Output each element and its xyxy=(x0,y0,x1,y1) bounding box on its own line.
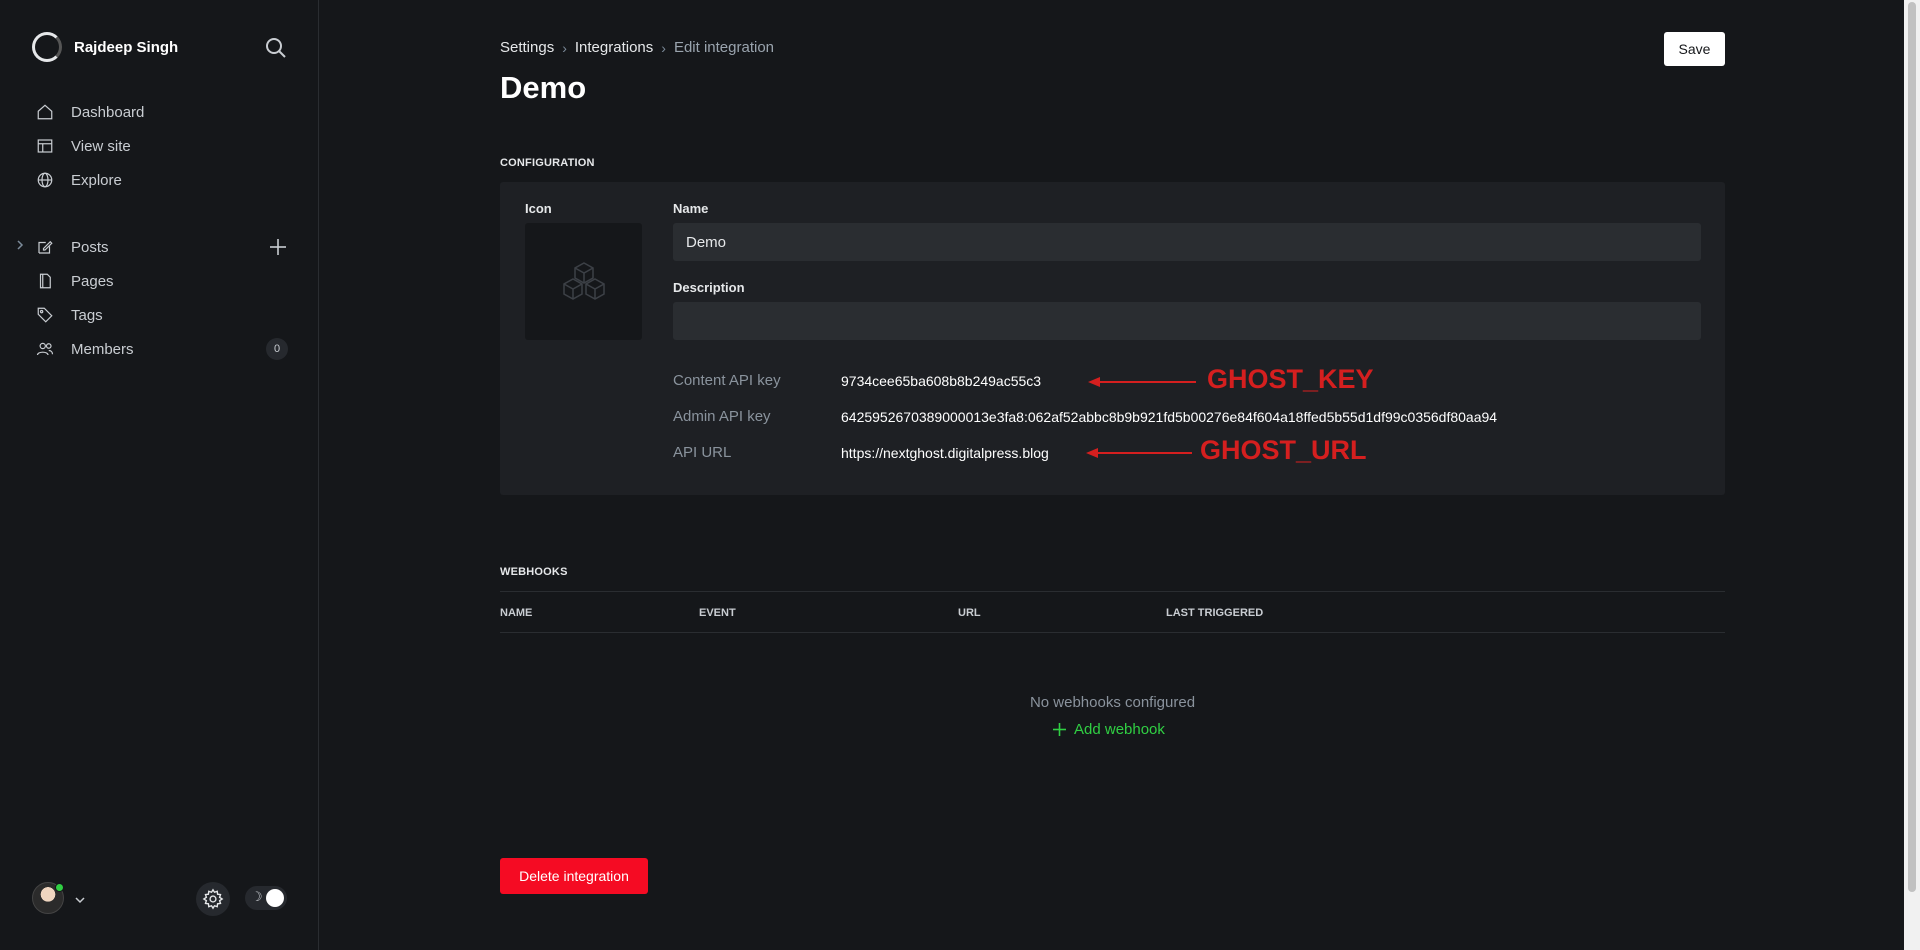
icon-label: Icon xyxy=(525,201,552,216)
webhooks-heading: WEBHOOKS xyxy=(500,566,568,578)
chevron-right-icon[interactable] xyxy=(14,239,26,251)
api-url-label: API URL xyxy=(673,444,732,461)
annotation-ghost-key: GHOST_KEY xyxy=(1207,364,1374,394)
description-input[interactable] xyxy=(673,302,1701,340)
dark-mode-toggle[interactable]: ☽ xyxy=(245,886,287,910)
add-webhook-button[interactable]: Add webhook xyxy=(1053,721,1165,738)
home-icon xyxy=(37,104,53,120)
plus-icon xyxy=(1053,723,1066,736)
breadcrumb-current: Edit integration xyxy=(673,39,775,56)
page-icon xyxy=(39,273,51,289)
chevron-down-icon[interactable] xyxy=(74,894,86,906)
delete-integration-button[interactable]: Delete integration xyxy=(500,858,648,894)
description-label: Description xyxy=(673,280,745,295)
nav-view-site[interactable]: View site xyxy=(36,129,144,163)
breadcrumb-settings[interactable]: Settings xyxy=(500,39,554,56)
nav-pages-label: Pages xyxy=(71,272,114,290)
page-title: Demo xyxy=(500,70,587,105)
column-url: URL xyxy=(958,607,981,619)
breadcrumb: Settings › Integrations › Edit integrati… xyxy=(500,39,774,56)
admin-api-key-label: Admin API key xyxy=(673,408,771,425)
breadcrumb-integrations[interactable]: Integrations xyxy=(575,39,653,56)
nav-tags-label: Tags xyxy=(71,306,103,324)
members-icon xyxy=(36,342,54,356)
scrollbar[interactable] xyxy=(1904,0,1920,950)
nav-posts[interactable]: Posts xyxy=(36,230,134,264)
webhooks-table-header: NAME EVENT URL LAST TRIGGERED xyxy=(500,591,1725,633)
annotation-arrow-icon xyxy=(1086,448,1192,458)
site-name: Rajdeep Singh xyxy=(74,38,179,56)
nav-tags[interactable]: Tags xyxy=(36,298,134,332)
chevron-right-icon: › xyxy=(562,39,567,56)
content-api-key-value[interactable]: 9734cee65ba608b8b249ac55c3 xyxy=(841,373,1041,389)
nav-view-site-label: View site xyxy=(71,137,131,155)
settings-button[interactable] xyxy=(196,882,230,916)
column-event: EVENT xyxy=(699,607,736,619)
add-post-icon[interactable] xyxy=(268,237,288,257)
name-label: Name xyxy=(673,201,709,216)
nav-dashboard[interactable]: Dashboard xyxy=(36,95,144,129)
annotation-ghost-url: GHOST_URL xyxy=(1200,435,1367,465)
layout-icon xyxy=(37,139,53,153)
nav-explore[interactable]: Explore xyxy=(36,163,144,197)
webhooks-empty-message: No webhooks configured xyxy=(1029,694,1196,711)
nav-explore-label: Explore xyxy=(71,171,122,189)
tag-icon xyxy=(37,307,53,323)
column-name: NAME xyxy=(500,607,533,619)
site-logo xyxy=(32,32,62,62)
search-icon[interactable] xyxy=(264,36,288,60)
edit-icon xyxy=(38,240,53,254)
nav-top: Dashboard View site Explore xyxy=(36,95,144,197)
toggle-knob xyxy=(266,889,284,907)
site-brand[interactable]: Rajdeep Singh xyxy=(32,32,178,62)
api-url-value[interactable]: https://nextghost.digitalpress.blog xyxy=(841,445,1049,461)
gear-icon xyxy=(202,888,224,910)
nav-posts-label: Posts xyxy=(71,238,109,256)
nav-dashboard-label: Dashboard xyxy=(71,103,145,121)
save-button[interactable]: Save xyxy=(1664,32,1725,66)
nav-members[interactable]: Members xyxy=(36,332,134,366)
nav-members-label: Members xyxy=(71,340,134,358)
chevron-right-icon: › xyxy=(661,39,666,56)
nav-pages[interactable]: Pages xyxy=(36,264,134,298)
online-status-dot xyxy=(55,883,64,892)
annotation-arrow-icon xyxy=(1088,377,1196,387)
cubes-icon xyxy=(562,261,605,300)
configuration-heading: CONFIGURATION xyxy=(500,157,595,169)
globe-icon xyxy=(37,172,53,188)
moon-icon: ☽ xyxy=(251,890,263,905)
name-input[interactable] xyxy=(673,223,1701,261)
column-last-triggered: LAST TRIGGERED xyxy=(1166,607,1264,619)
add-webhook-label: Add webhook xyxy=(1074,721,1165,738)
content-api-key-label: Content API key xyxy=(673,372,781,389)
members-count-badge: 0 xyxy=(266,338,288,360)
sidebar: Rajdeep Singh Dashboard View site Explor… xyxy=(0,0,319,950)
admin-api-key-value[interactable]: 6425952670389000013e3fa8:062af52abbc8b9b… xyxy=(841,409,1497,425)
scrollbar-thumb[interactable] xyxy=(1908,2,1916,892)
nav-content: Posts Pages Tags Members xyxy=(36,230,134,366)
icon-upload[interactable] xyxy=(525,223,642,340)
